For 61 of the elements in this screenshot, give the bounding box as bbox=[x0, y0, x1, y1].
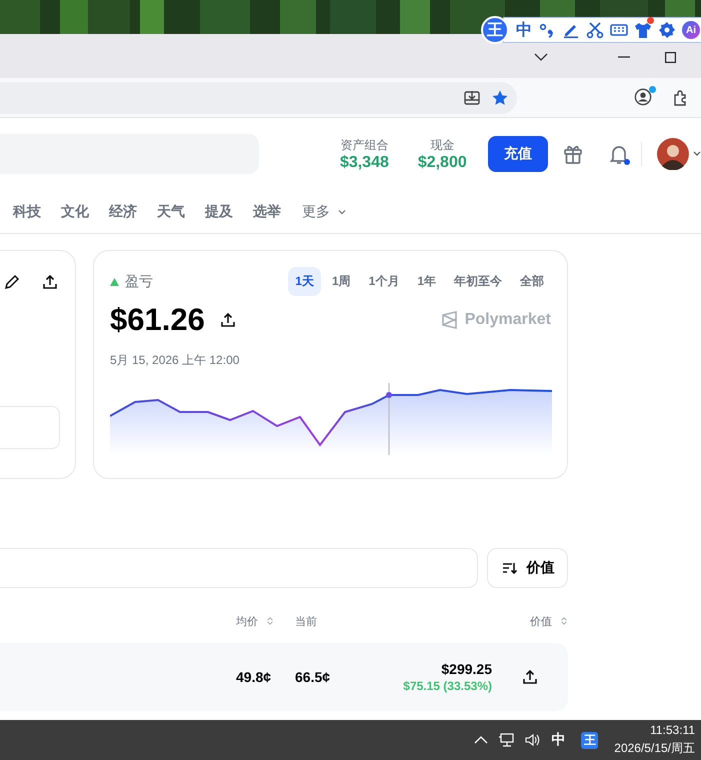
share-icon[interactable] bbox=[218, 311, 237, 329]
star-icon[interactable] bbox=[491, 88, 509, 106]
gift-icon[interactable] bbox=[562, 143, 584, 165]
column-header[interactable]: 均价 bbox=[236, 614, 295, 628]
maximize-icon bbox=[664, 52, 676, 62]
pencil-icon[interactable] bbox=[3, 273, 21, 291]
category-link[interactable]: 选举 bbox=[253, 202, 281, 220]
range-tab[interactable]: 1天 bbox=[288, 267, 321, 296]
category-link[interactable]: 天气 bbox=[157, 202, 185, 220]
logo-icon bbox=[440, 311, 459, 329]
minimize-icon bbox=[618, 56, 630, 58]
range-tab[interactable]: 1个月 bbox=[362, 267, 406, 296]
shirt-icon[interactable] bbox=[634, 21, 652, 39]
category-link[interactable]: 提及 bbox=[205, 202, 233, 220]
chevron-down-icon bbox=[338, 208, 346, 216]
category-link[interactable]: 文化 bbox=[61, 202, 89, 220]
table-cell-text: 49.8¢ bbox=[236, 669, 272, 685]
input-field[interactable] bbox=[0, 406, 60, 449]
status-dot bbox=[649, 86, 656, 92]
range-tab[interactable]: 1年 bbox=[410, 267, 443, 296]
keyboard-icon[interactable] bbox=[610, 21, 628, 39]
punctuation-icon[interactable] bbox=[538, 21, 556, 39]
speaker-icon[interactable] bbox=[525, 732, 542, 748]
portfolio-value[interactable]: $3,348 bbox=[340, 154, 389, 172]
brand-name: Polymarket bbox=[464, 311, 551, 329]
network-icon[interactable] bbox=[499, 732, 516, 748]
stat-label: 资产组合 bbox=[340, 136, 388, 154]
download-icon[interactable] bbox=[463, 88, 481, 106]
ime-mode-toggle[interactable]: 中 bbox=[516, 20, 532, 40]
search-field[interactable] bbox=[0, 548, 478, 588]
profile-icon[interactable] bbox=[634, 88, 652, 106]
column-header[interactable]: 价值 bbox=[492, 614, 568, 628]
stat-label: 现金 bbox=[430, 136, 454, 154]
more-menu[interactable]: 更多 bbox=[302, 202, 346, 220]
column-header: 当前 bbox=[295, 614, 318, 628]
avatar[interactable] bbox=[657, 138, 690, 170]
ime-tray-logo[interactable]: 王 bbox=[581, 732, 598, 748]
table-cell-text: 66.5¢ bbox=[295, 669, 332, 685]
input-mode-indicator[interactable]: 中 bbox=[551, 731, 566, 749]
timestamp: 5月 15, 2026 上午 12:00 bbox=[110, 352, 240, 369]
ai-assistant-button[interactable]: Ai bbox=[682, 21, 700, 39]
clock-time[interactable]: 11:53:11 bbox=[650, 723, 695, 737]
pnl-value: $61.26 bbox=[110, 302, 205, 338]
sort-button[interactable]: 价值 bbox=[487, 548, 568, 588]
category-link[interactable]: 科技 bbox=[13, 202, 41, 220]
share-icon[interactable] bbox=[521, 668, 539, 686]
change-value: $75.15 (33.53%) bbox=[403, 679, 492, 693]
range-tab[interactable]: 年初至今 bbox=[447, 267, 509, 296]
chevron-down-icon[interactable] bbox=[693, 150, 701, 158]
deposit-button[interactable]: 充值 bbox=[488, 136, 548, 172]
pnl-label: 盈亏 bbox=[125, 272, 153, 290]
category-link[interactable]: 经济 bbox=[109, 202, 137, 220]
range-tab[interactable]: 全部 bbox=[513, 267, 551, 296]
table-cell: $299.25 bbox=[441, 661, 492, 677]
clock-date[interactable]: 2026/5/15/周五 bbox=[614, 740, 695, 757]
range-tab[interactable]: 1周 bbox=[324, 267, 358, 296]
cash-value[interactable]: $2,800 bbox=[418, 154, 467, 172]
share-icon[interactable] bbox=[41, 273, 59, 291]
scissors-icon[interactable] bbox=[586, 21, 604, 39]
settings-icon[interactable] bbox=[658, 21, 676, 39]
table-row[interactable]: 49.8¢ 66.5¢ $299.25 $75.15 (33.53%) bbox=[0, 643, 568, 711]
